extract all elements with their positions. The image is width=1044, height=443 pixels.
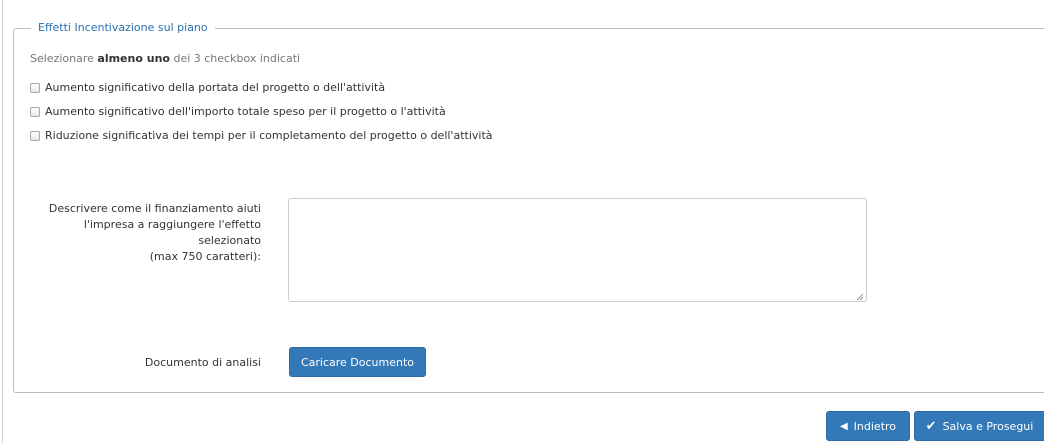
upload-document-button[interactable]: Caricare Documento — [289, 347, 426, 377]
fieldset-legend: Effetti Incentivazione sul piano — [31, 21, 215, 35]
checkbox[interactable] — [30, 130, 40, 141]
checkbox-row-tempi[interactable]: Riduzione significativa dei tempi per il… — [30, 129, 493, 142]
description-label: Descrivere come il finanziamento aiuti l… — [20, 201, 261, 265]
description-label-line: Descrivere come il finanziamento aiuti — [48, 202, 261, 215]
description-textarea[interactable] — [288, 198, 867, 302]
checkbox-label: Aumento significativo dell'importo total… — [45, 105, 446, 118]
checkbox-label: Riduzione significativa dei tempi per il… — [45, 129, 493, 142]
checkbox-label: Aumento significativo della portata del … — [45, 81, 386, 94]
hint-bold: almeno uno — [97, 52, 170, 65]
description-label-line: l'impresa a raggiungere l'effetto selezi… — [83, 218, 261, 247]
checkbox-row-portata[interactable]: Aumento significativo della portata del … — [30, 81, 385, 94]
description-label-line: (max 750 caratteri): — [149, 250, 261, 263]
caret-left-icon: ◀ — [839, 420, 848, 432]
save-continue-button[interactable]: ✔ Salva e Prosegui — [914, 411, 1044, 441]
back-button[interactable]: ◀ Indietro — [826, 411, 910, 441]
document-label: Documento di analisi — [144, 356, 261, 369]
save-button-label: Salva e Prosegui — [942, 419, 1034, 433]
back-button-label: Indietro — [853, 419, 897, 433]
check-icon: ✔ — [925, 418, 937, 434]
checkbox[interactable] — [30, 82, 40, 93]
resize-grip-icon[interactable] — [856, 291, 864, 301]
hint-prefix: Selezionare — [30, 52, 98, 65]
selection-hint: Selezionare almeno uno dei 3 checkbox in… — [30, 52, 300, 65]
hint-suffix: dei 3 checkbox indicati — [169, 52, 301, 65]
checkbox[interactable] — [30, 106, 40, 117]
checkbox-row-importo[interactable]: Aumento significativo dell'importo total… — [30, 105, 446, 118]
